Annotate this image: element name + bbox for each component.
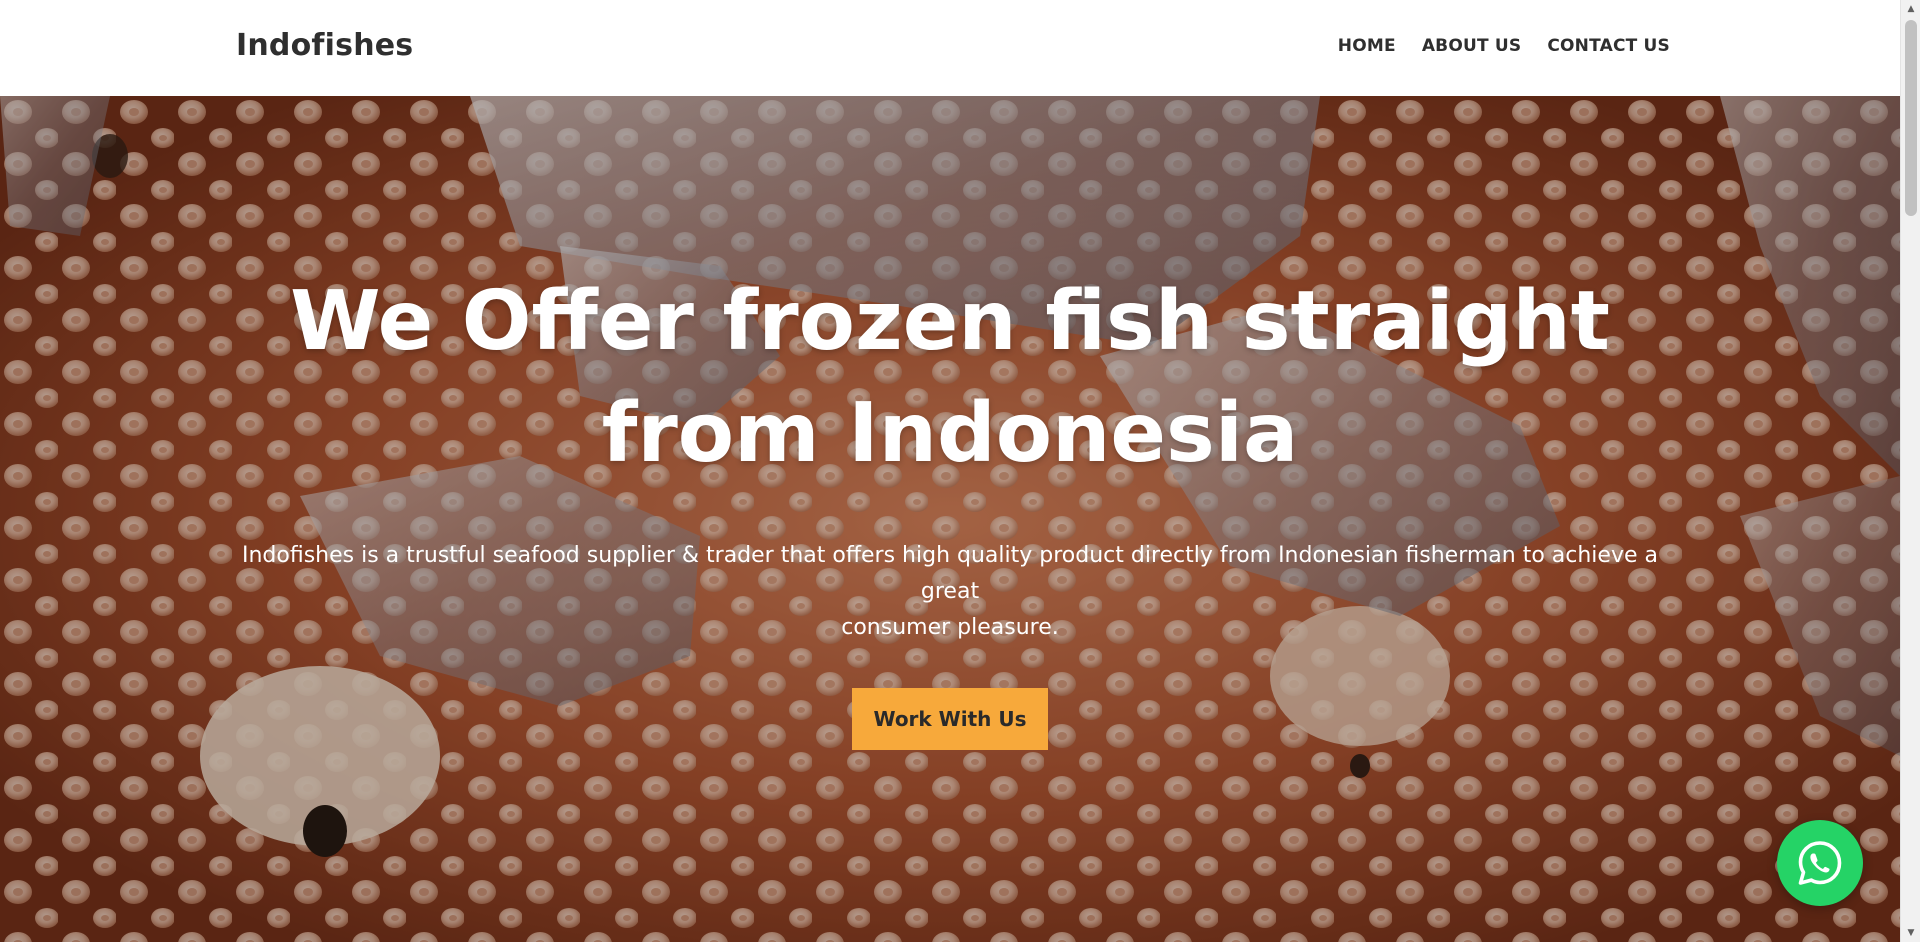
site-header: Indofishes HOME ABOUT US CONTACT US <box>0 0 1900 96</box>
scroll-up-arrow-icon[interactable]: ▲ <box>1901 0 1920 18</box>
hero-description: Indofishes is a trustful seafood supplie… <box>230 538 1670 646</box>
page-scrollbar[interactable]: ▲ ▼ <box>1900 0 1920 942</box>
hero-description-line-2: consumer pleasure. <box>841 615 1059 640</box>
hero-title: We Offer frozen fish straight from Indon… <box>230 266 1670 490</box>
nav-home[interactable]: HOME <box>1338 36 1396 56</box>
nav-contact-us[interactable]: CONTACT US <box>1547 36 1670 56</box>
hero-description-line-1: Indofishes is a trustful seafood supplie… <box>242 543 1658 604</box>
hero-content: We Offer frozen fish straight from Indon… <box>230 266 1670 750</box>
page: Indofishes HOME ABOUT US CONTACT US We O… <box>0 0 1900 942</box>
hero-title-line-1: We Offer frozen fish straight <box>290 274 1610 369</box>
work-with-us-button[interactable]: Work With Us <box>852 688 1048 750</box>
hero-section: We Offer frozen fish straight from Indon… <box>0 96 1900 942</box>
whatsapp-button[interactable] <box>1777 820 1863 906</box>
hero-title-line-2: from Indonesia <box>601 386 1299 481</box>
main-nav: HOME ABOUT US CONTACT US <box>1338 36 1670 56</box>
brand-logo[interactable]: Indofishes <box>236 28 413 63</box>
nav-about-us[interactable]: ABOUT US <box>1422 36 1522 56</box>
scroll-down-arrow-icon[interactable]: ▼ <box>1901 924 1920 942</box>
whatsapp-icon <box>1798 841 1842 885</box>
scrollbar-thumb[interactable] <box>1905 20 1917 216</box>
